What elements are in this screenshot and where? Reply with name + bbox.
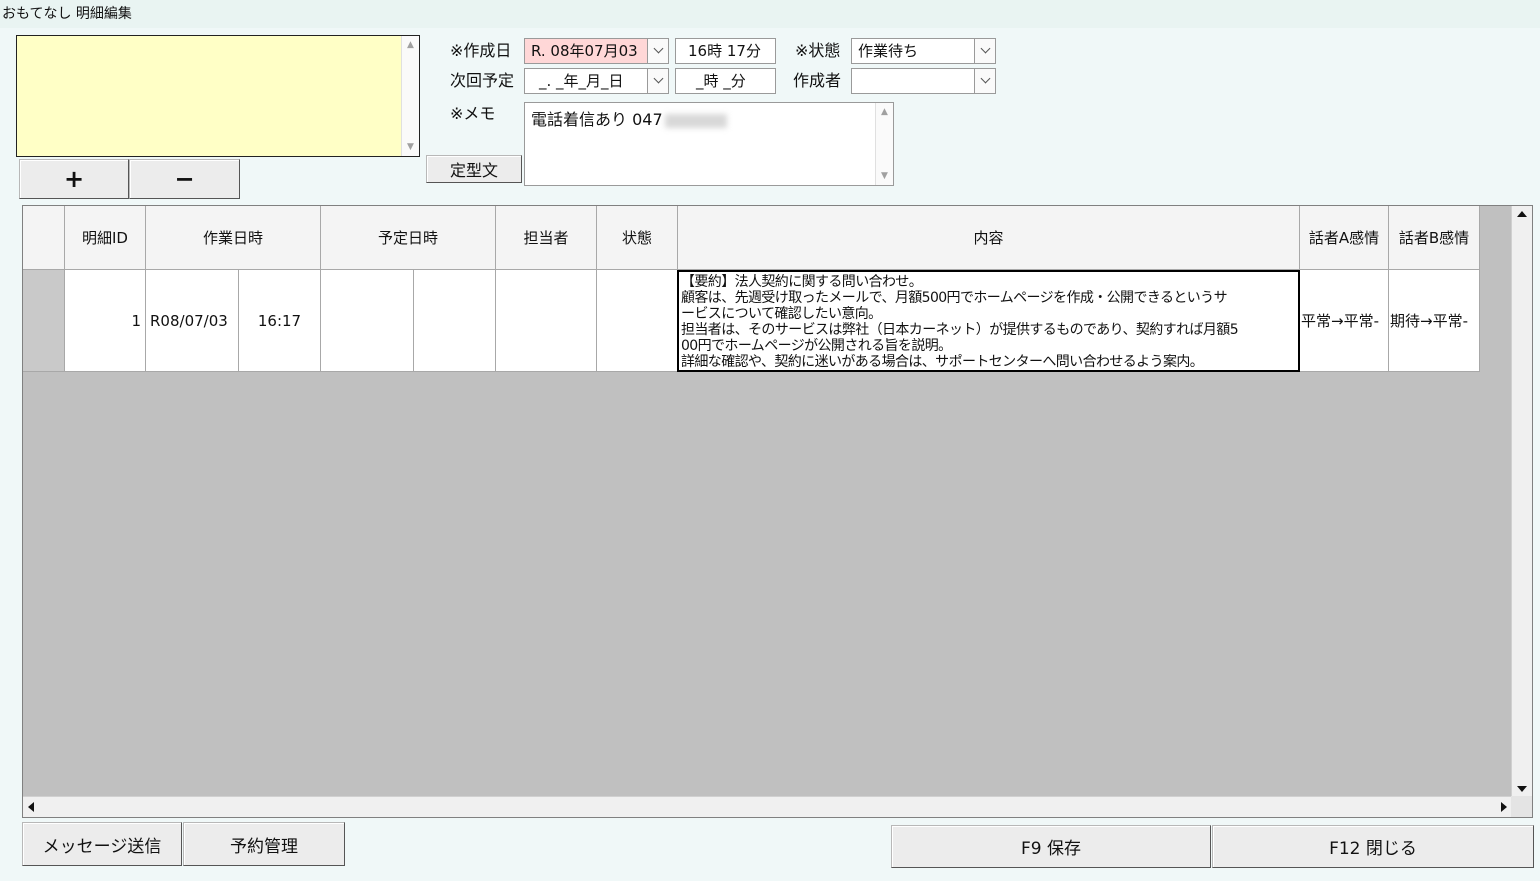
header-work-datetime[interactable]: 作業日時 [146, 206, 321, 270]
header-assignee[interactable]: 担当者 [496, 206, 597, 270]
content-line: 担当者は、そのサービスは弊社（日本カーネット）が提供するものであり、契約すれば月… [681, 322, 1239, 338]
detail-listbox[interactable]: ▲ ▼ [16, 35, 420, 157]
created-date-field[interactable]: R. 08年07月03 [524, 38, 648, 64]
header-content[interactable]: 内容 [678, 206, 1300, 270]
header-selector [23, 206, 65, 270]
window-title: おもてなし 明細編集 [0, 0, 1540, 28]
author-dropdown[interactable] [974, 68, 996, 94]
scroll-up-icon[interactable]: ▲ [402, 38, 419, 52]
chevron-down-icon [653, 43, 663, 54]
scroll-down-icon[interactable] [1512, 786, 1532, 792]
cell-detail-id[interactable]: 1 [65, 270, 146, 372]
created-date-dropdown[interactable] [647, 38, 669, 64]
author-select[interactable] [851, 68, 975, 94]
next-date-field[interactable]: _. _年_月_日 [524, 68, 648, 94]
created-time-field[interactable]: 16時 17分 [675, 38, 776, 64]
author-label: 作成者 [793, 71, 842, 90]
chevron-down-icon [653, 73, 663, 84]
scroll-up-icon[interactable]: ▲ [876, 105, 893, 119]
grid-horizontal-scrollbar[interactable] [23, 796, 1512, 817]
content-line: 詳細な確認や、契約に迷いがある場合は、サポートセンターへ問い合わせるよう案内。 [681, 354, 1204, 370]
chevron-down-icon [980, 73, 990, 84]
listbox-scrollbar[interactable]: ▲ ▼ [401, 36, 419, 156]
header-status[interactable]: 状態 [597, 206, 678, 270]
detail-grid[interactable]: 明細ID 作業日時 予定日時 担当者 状態 内容 話者A感情 話者B感情 1 R… [22, 205, 1533, 818]
close-button[interactable]: F12 閉じる [1212, 825, 1534, 868]
remove-button[interactable]: − [129, 159, 240, 199]
chevron-down-icon [980, 43, 990, 54]
memo-label: ※メモ [450, 104, 496, 123]
cell-scheduled-date[interactable] [321, 270, 414, 372]
status-dropdown[interactable] [974, 38, 996, 64]
content-line: 00円でホームページが公開される旨を説明。 [681, 338, 952, 354]
next-date-dropdown[interactable] [647, 68, 669, 94]
cell-content[interactable]: 【要約】法人契約に関する問い合わせ。 顧客は、先週受け取ったメールで、月額500… [677, 270, 1300, 372]
scrollbar-corner [1511, 796, 1532, 817]
status-label: ※状態 [795, 41, 841, 60]
memo-scrollbar[interactable]: ▲ ▼ [875, 103, 893, 185]
header-speaker-a-emotion[interactable]: 話者A感情 [1300, 206, 1389, 270]
header-detail-id[interactable]: 明細ID [65, 206, 146, 270]
created-date-label: ※作成日 [450, 41, 512, 60]
scroll-up-icon[interactable] [1512, 211, 1532, 217]
header-scheduled-datetime[interactable]: 予定日時 [321, 206, 496, 270]
content-line: 【要約】法人契約に関する問い合わせ。 [681, 274, 923, 290]
cell-assignee[interactable] [496, 270, 597, 372]
scroll-right-icon[interactable] [1501, 802, 1507, 812]
next-time-field[interactable]: _時 _分 [675, 68, 776, 94]
add-button[interactable]: + [19, 159, 129, 199]
template-text-button[interactable]: 定型文 [426, 155, 522, 183]
header-speaker-b-emotion[interactable]: 話者B感情 [1389, 206, 1480, 270]
reservation-management-button[interactable]: 予約管理 [183, 822, 345, 866]
redacted-number [664, 113, 727, 128]
scroll-down-icon[interactable]: ▼ [402, 140, 419, 154]
cell-work-time[interactable]: 16:17 [239, 270, 321, 372]
content-line: 顧客は、先週受け取ったメールで、月額500円でホームページを作成・公開できるとい… [681, 290, 1228, 306]
cell-work-date[interactable]: R08/07/03 [146, 270, 239, 372]
cell-scheduled-time[interactable] [414, 270, 496, 372]
memo-textarea[interactable]: 電話着信あり 047 ▲ ▼ [524, 102, 894, 186]
scroll-down-icon[interactable]: ▼ [876, 169, 893, 183]
next-schedule-label: 次回予定 [450, 71, 515, 90]
row-selector[interactable] [23, 270, 65, 372]
cell-status[interactable] [597, 270, 678, 372]
grid-vertical-scrollbar[interactable] [1511, 206, 1532, 797]
send-message-button[interactable]: メッセージ送信 [22, 822, 182, 866]
cell-speaker-b-emotion[interactable]: 期待→平常- [1389, 270, 1480, 372]
status-select[interactable]: 作業待ち [851, 38, 975, 64]
save-button[interactable]: F9 保存 [891, 825, 1211, 868]
cell-speaker-a-emotion[interactable]: 平常→平常- [1300, 270, 1389, 372]
scroll-left-icon[interactable] [28, 802, 34, 812]
content-line: ービスについて確認したい意向。 [681, 306, 882, 322]
memo-text: 電話着信あり 047 [531, 110, 663, 129]
